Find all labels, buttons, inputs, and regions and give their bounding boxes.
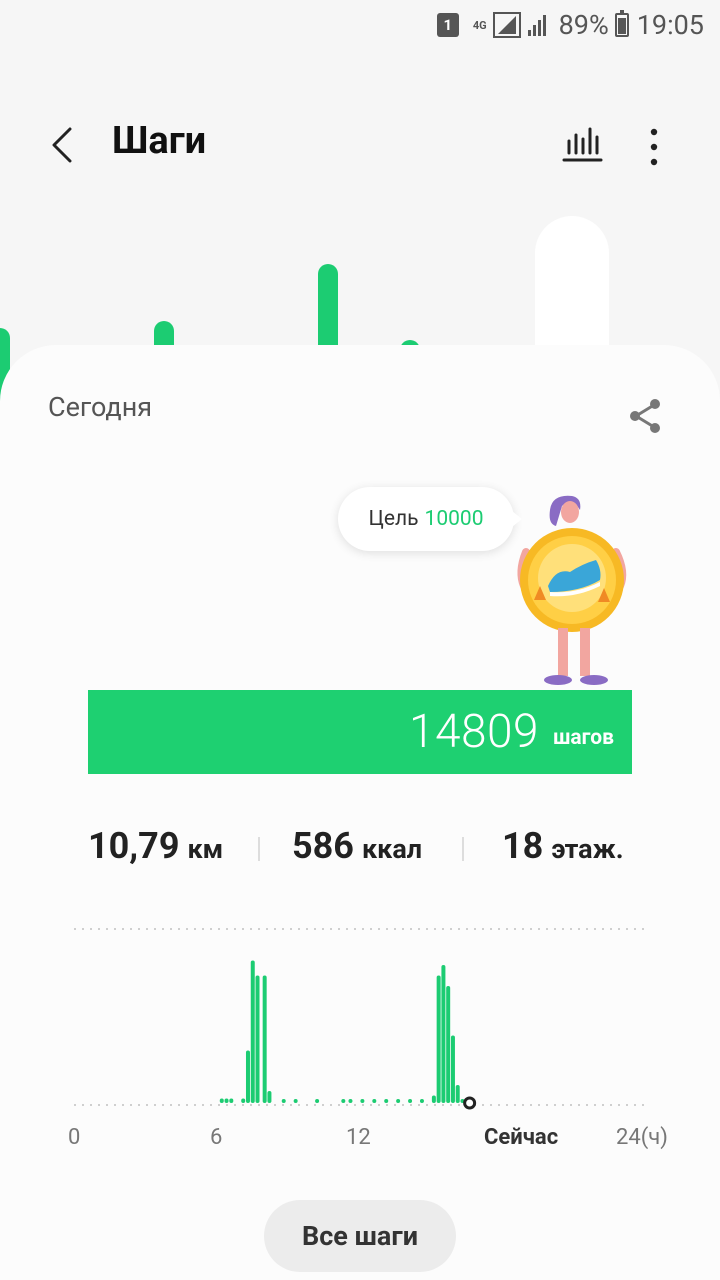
achievement-mascot-illustration — [517, 495, 627, 685]
hourly-chart-canvas — [74, 928, 648, 1110]
distance-value: 10,79 — [88, 825, 180, 867]
sim-indicator: 1 — [436, 13, 459, 37]
distance-unit: км — [187, 833, 224, 865]
hourly-bar — [446, 986, 451, 1103]
hourly-bar — [245, 1050, 250, 1103]
date-label: Сегодня — [48, 391, 153, 423]
hourly-bar — [360, 1099, 365, 1103]
signal-icon-2 — [527, 15, 546, 36]
stats-row: 10,79 км 586 ккал 18 этаж. — [0, 825, 720, 875]
bar-chart-icon — [562, 127, 603, 162]
all-steps-button[interactable]: Все шаги — [264, 1200, 456, 1272]
week-steps-chart[interactable] — [0, 210, 720, 416]
hourly-bar — [229, 1098, 234, 1103]
hourly-bar — [372, 1099, 377, 1103]
goal-bubble: Цель 10000 — [338, 487, 522, 551]
floors-stat: 18 этаж. — [502, 825, 624, 867]
today-card: Сегодня Цель 10000 14809 шагов 10,79 км … — [0, 345, 720, 1280]
axis-label-0: 0 — [68, 1125, 81, 1150]
axis-label-now: Сейчас — [484, 1125, 559, 1150]
hourly-bar — [262, 975, 267, 1103]
hourly-bar — [293, 1099, 298, 1103]
calories-value: 586 — [292, 825, 354, 867]
hourly-bar — [224, 1098, 229, 1103]
hourly-bar — [281, 1099, 286, 1103]
app-header: Шаги — [0, 105, 720, 185]
hourly-bar — [341, 1099, 346, 1103]
hourly-bar — [348, 1099, 353, 1103]
hourly-bar — [219, 1098, 224, 1103]
signal-icon — [492, 12, 521, 38]
now-marker — [463, 1096, 477, 1110]
clock: 19:05 — [636, 9, 704, 41]
back-button[interactable] — [44, 123, 84, 167]
battery-percent: 89% — [558, 9, 609, 41]
calories-unit: ккал — [361, 833, 423, 865]
hourly-bar — [441, 965, 446, 1103]
axis-label-12: 12 — [346, 1125, 371, 1150]
hourly-bar — [250, 960, 255, 1103]
hourly-steps-chart: 0 6 12 Сейчас 24(ч) — [0, 915, 720, 1175]
hourly-bar — [431, 1095, 436, 1103]
hourly-bar — [255, 975, 260, 1103]
share-icon — [630, 399, 660, 433]
hourly-bar — [450, 1035, 455, 1103]
hourly-bar — [315, 1099, 320, 1103]
status-bar: 1 4G 89% 19:05 — [0, 0, 720, 50]
floors-value: 18 — [502, 825, 544, 867]
stat-divider — [258, 837, 260, 861]
hourly-bar — [455, 1085, 460, 1103]
battery-icon — [614, 10, 629, 37]
axis-label-24: 24(ч) — [616, 1125, 668, 1150]
hourly-bar — [384, 1099, 389, 1103]
chevron-left-icon — [52, 127, 72, 163]
steps-count: 14809 — [408, 705, 540, 759]
hourly-bar — [267, 1091, 272, 1103]
calories-stat: 586 ккал — [292, 825, 422, 867]
floors-unit: этаж. — [551, 833, 624, 865]
hourly-bar — [408, 1099, 413, 1103]
axis-label-6: 6 — [210, 1125, 223, 1150]
steps-progress-bar: 14809 шагов — [88, 690, 632, 774]
distance-stat: 10,79 км — [88, 825, 223, 867]
hourly-bar — [396, 1099, 401, 1103]
steps-unit: шагов — [553, 726, 614, 750]
stat-divider — [462, 837, 464, 861]
share-button[interactable] — [626, 397, 664, 435]
network-type: 4G — [472, 18, 487, 32]
more-vertical-icon — [650, 128, 658, 166]
goal-value: 10000 — [424, 507, 484, 531]
hourly-bar — [241, 1098, 246, 1103]
hourly-bar — [436, 975, 441, 1103]
page-title: Шаги — [112, 119, 207, 163]
hourly-bar — [419, 1099, 424, 1103]
trends-button[interactable] — [560, 123, 604, 167]
goal-label: Цель — [368, 507, 419, 531]
more-options-button[interactable] — [636, 123, 672, 167]
